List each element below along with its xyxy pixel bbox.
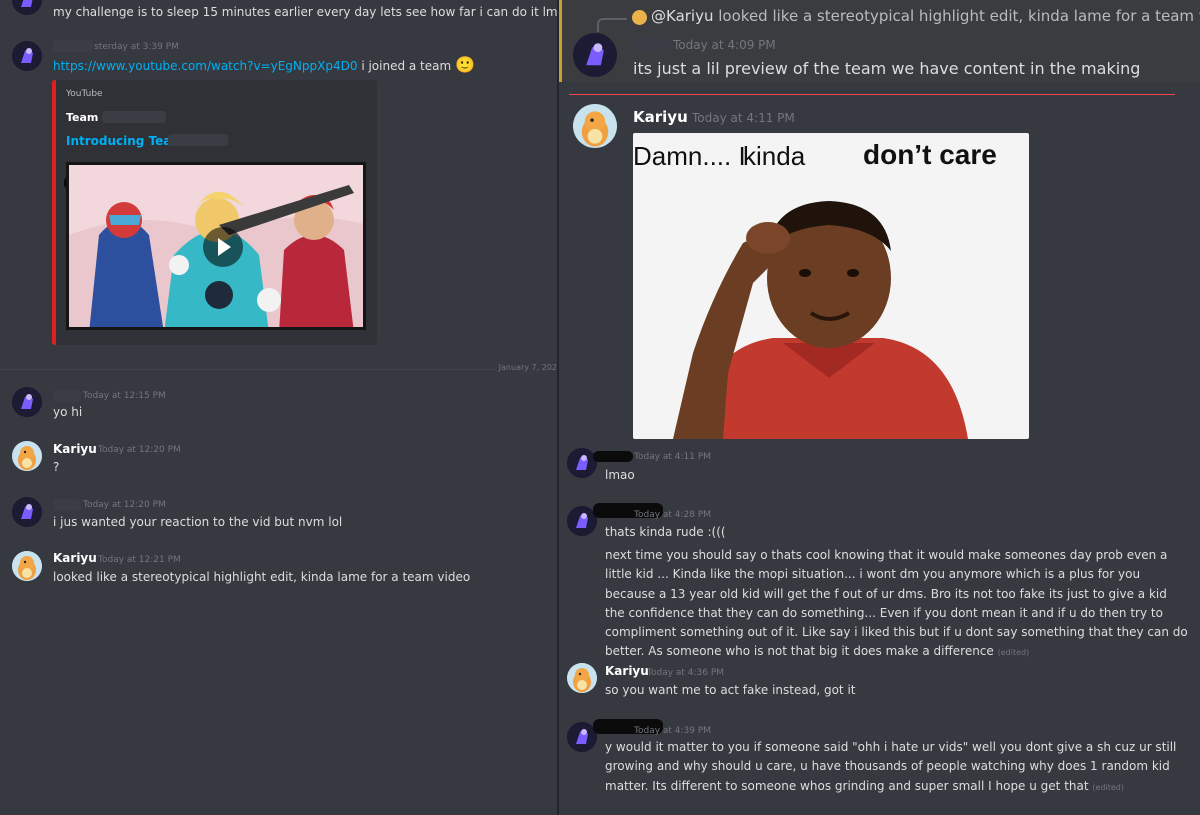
meme-image[interactable]: Damn.... I kinda don’t care (633, 133, 1029, 439)
reply-preview-text: looked like a stereotypical highlight ed… (718, 7, 1200, 25)
message-timestamp: Today at 4:36 PM (647, 668, 725, 678)
reply-avatar-icon (632, 10, 647, 25)
message-timestamp: Today at 12:20 PM (98, 445, 181, 455)
kariyu-username[interactable]: Kariyu (633, 108, 688, 126)
message-text: i joined a team (361, 59, 452, 73)
reply-mention[interactable]: @Kariyu (651, 7, 713, 25)
user-avatar[interactable] (12, 41, 42, 71)
meme-caption: kinda (743, 141, 806, 171)
message-text: yo hi (53, 405, 83, 419)
kariyu-avatar[interactable] (573, 104, 617, 148)
embed-title[interactable]: Introducing Team (66, 134, 184, 148)
message-text: y would it matter to you if someone said… (605, 740, 1177, 793)
slight-smile-emoji-icon: 🙂 (455, 55, 475, 74)
redacted-username (53, 390, 81, 402)
user-avatar[interactable] (573, 33, 617, 77)
user-avatar[interactable] (12, 387, 42, 417)
message-timestamp: Today at 4:11 PM (634, 452, 712, 462)
user-avatar[interactable] (12, 497, 42, 527)
message-text: next time you should say o thats cool kn… (605, 546, 1190, 663)
redacted-title (168, 134, 228, 146)
meme-caption: Damn.... I (633, 141, 746, 171)
date-divider: January 7, 202 (0, 363, 557, 372)
kariyu-username[interactable]: Kariyu (53, 551, 97, 565)
kariyu-username[interactable]: Kariyu (605, 664, 649, 678)
meme-caption: don’t care (863, 139, 997, 170)
message-text: looked like a stereotypical highlight ed… (53, 570, 471, 584)
kariyu-avatar[interactable] (567, 663, 597, 693)
redacted-author (102, 111, 166, 123)
kariyu-username[interactable]: Kariyu (53, 442, 97, 456)
kariyu-avatar[interactable] (12, 551, 42, 581)
redacted-username (633, 37, 671, 51)
message-text: lmao (605, 468, 635, 482)
user-avatar[interactable] (12, 0, 42, 15)
embed-provider[interactable]: YouTube (66, 89, 103, 99)
message-text: thats kinda rude :((( (605, 525, 726, 539)
message-text: so you want me to act fake instead, got … (605, 683, 856, 697)
play-icon[interactable] (203, 227, 243, 267)
redacted-username (53, 40, 93, 52)
new-messages-divider (569, 94, 1175, 95)
message-timestamp: Today at 4:39 PM (634, 726, 712, 736)
message-text: https://www.youtube.com/watch?v=yEgNppXp… (53, 55, 475, 76)
left-chat-panel: my challenge is to sleep 15 minutes earl… (0, 0, 557, 815)
redacted-username (53, 499, 81, 511)
redacted-username (593, 451, 633, 462)
reply-preview[interactable]: @Kariyu looked like a stereotypical high… (651, 7, 1200, 25)
message-text: my challenge is to sleep 15 minutes earl… (53, 5, 557, 19)
right-chat-panel: @Kariyu looked like a stereotypical high… (559, 0, 1200, 815)
edited-label: (edited) (997, 648, 1030, 658)
message-text: ? (53, 460, 60, 474)
embed-author[interactable]: Team (66, 111, 98, 124)
user-avatar[interactable] (567, 448, 597, 478)
message-text: its just a lil preview of the team we ha… (633, 59, 1141, 78)
meme-kid-illustration (673, 201, 968, 439)
message-timestamp: Today at 4:09 PM (673, 38, 776, 52)
message-text: next time you should say o thats cool kn… (605, 548, 1188, 659)
message-timestamp: Today at 12:15 PM (83, 391, 166, 401)
youtube-link[interactable]: https://www.youtube.com/watch?v=yEgNppXp… (53, 59, 357, 73)
video-thumbnail[interactable] (66, 162, 366, 330)
message-timestamp: Today at 4:28 PM (634, 510, 712, 520)
message-timestamp: Today at 4:11 PM (692, 111, 795, 125)
message-text: i jus wanted your reaction to the vid bu… (53, 515, 343, 529)
message-timestamp: sterday at 3:39 PM (94, 42, 179, 52)
message-timestamp: Today at 12:20 PM (83, 500, 166, 510)
reply-connector-line (597, 18, 627, 32)
kariyu-avatar[interactable] (12, 441, 42, 471)
message-text: y would it matter to you if someone said… (605, 738, 1190, 797)
youtube-embed: YouTube Team Introducing Team (52, 80, 377, 345)
edited-label: (edited) (1092, 782, 1124, 792)
message-timestamp: Today at 12:21 PM (98, 555, 181, 565)
date-divider-label: January 7, 202 (494, 363, 557, 372)
